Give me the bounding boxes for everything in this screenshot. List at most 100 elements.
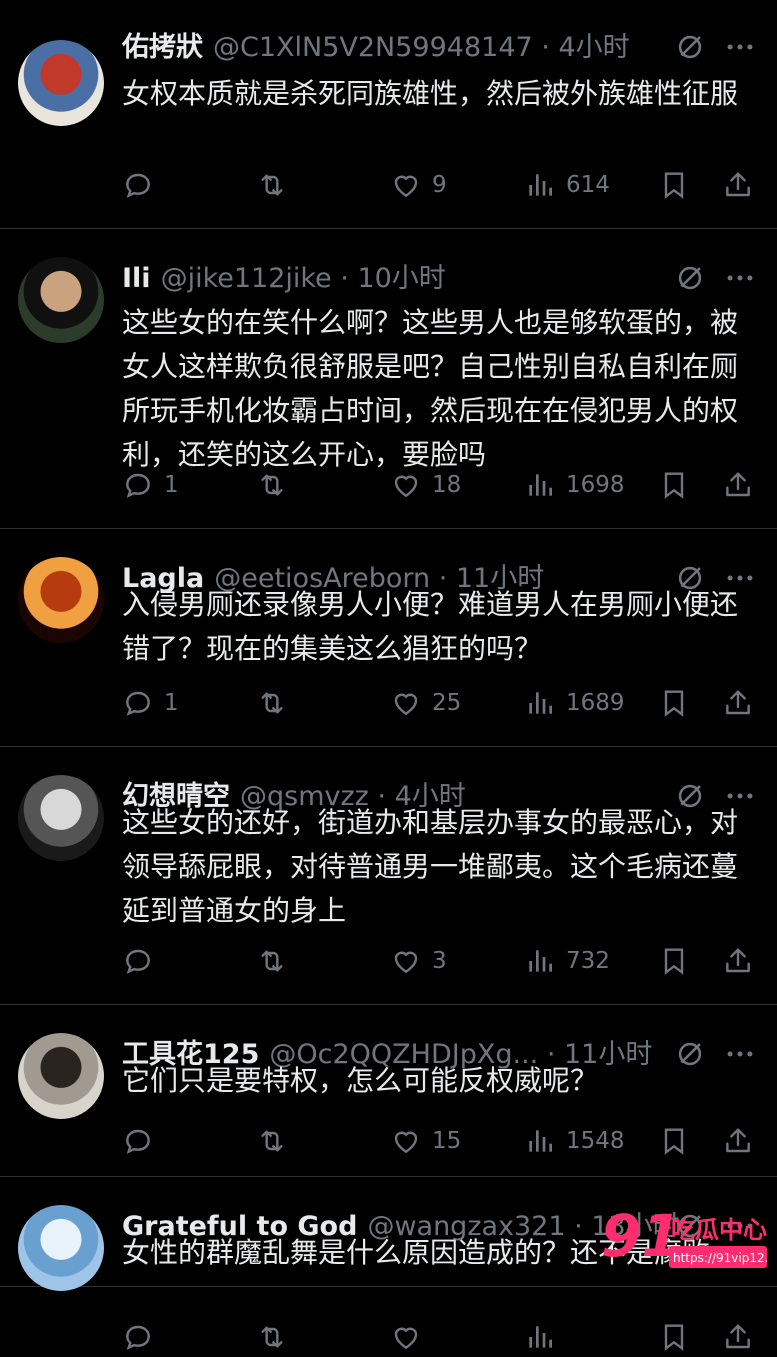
reply-button[interactable]: 1 (122, 465, 179, 505)
like-icon (390, 169, 422, 201)
grok-icon[interactable] (673, 30, 707, 64)
reply-icon (122, 1321, 154, 1353)
post[interactable]: Ili @jike112jike · 10小时 这些女的在笑什么啊？这些男人也是够… (0, 229, 777, 529)
avatar[interactable] (18, 775, 104, 861)
more-icon[interactable] (723, 261, 757, 295)
like-button[interactable]: 9 (390, 165, 447, 205)
like-icon (390, 1125, 422, 1157)
repost-icon (256, 1125, 288, 1157)
reply-button[interactable] (122, 165, 164, 205)
like-count: 15 (432, 1128, 462, 1154)
views-button[interactable]: 1689 (524, 683, 625, 723)
bookmark-button[interactable] (658, 1121, 690, 1161)
post[interactable]: 佑拷狀 @C1XlN5V2N59948147 · 4小时 女权本质就是杀死同族雄性… (0, 0, 777, 229)
views-icon (524, 687, 556, 719)
views-icon (524, 169, 556, 201)
username[interactable]: @jike112jike (161, 263, 332, 294)
post-text: 它们只是要特权，怎么可能反权威呢？ (122, 1064, 599, 1097)
share-button[interactable] (722, 683, 754, 723)
action-bar: 15 1548 (122, 1121, 755, 1161)
repost-button[interactable] (256, 941, 288, 981)
watermark-url: https://91vip12.com (673, 1251, 769, 1265)
post-text: 入侵男厕还录像男人小便？难道男人在男厕小便还错了？现在的集美这么猖狂的吗？ (122, 588, 739, 665)
bookmark-icon (658, 169, 690, 201)
reply-button[interactable]: 1 (122, 683, 179, 723)
bookmark-button[interactable] (658, 683, 690, 723)
share-icon (722, 469, 754, 501)
bookmark-button[interactable] (658, 1317, 690, 1357)
like-button[interactable] (390, 1317, 432, 1357)
username[interactable]: @C1XlN5V2N59948147 (213, 32, 533, 63)
watermark-brand: 吃瓜中心 (671, 1216, 767, 1244)
repost-button[interactable] (256, 1121, 288, 1161)
views-icon (524, 1125, 556, 1157)
action-bar: 3 732 (122, 941, 755, 981)
post[interactable]: 工具花125 @Oc2QQZHDJpXg... · 11小时 它们只是要特权，怎么… (0, 1005, 777, 1177)
like-icon (390, 687, 422, 719)
display-name[interactable]: Ili (122, 263, 151, 294)
reply-icon (122, 1125, 154, 1157)
separator: · (532, 32, 559, 63)
like-icon (390, 1321, 422, 1353)
bookmark-icon (658, 945, 690, 977)
views-button[interactable] (524, 1317, 566, 1357)
repost-icon (256, 687, 288, 719)
views-icon (524, 945, 556, 977)
repost-button[interactable] (256, 1317, 288, 1357)
reply-count: 1 (164, 690, 179, 716)
share-button[interactable] (722, 1317, 754, 1357)
grok-icon[interactable] (673, 261, 707, 295)
repost-button[interactable] (256, 683, 288, 723)
share-icon (722, 169, 754, 201)
repost-button[interactable] (256, 465, 288, 505)
post[interactable]: 幻想晴空 @qsmvzz · 4小时 这些女的还好，街道办和基层办事女的最恶心，对… (0, 747, 777, 1005)
watermark: 91 吃瓜中心 https://91vip12.com (599, 1202, 777, 1274)
timestamp[interactable]: 10小时 (357, 263, 445, 294)
separator: · (331, 263, 358, 294)
views-button[interactable]: 614 (524, 165, 610, 205)
timestamp[interactable]: 4小时 (558, 32, 629, 63)
views-icon (524, 469, 556, 501)
share-icon (722, 945, 754, 977)
repost-button[interactable] (256, 165, 288, 205)
views-count: 1548 (566, 1128, 625, 1154)
like-count: 18 (432, 472, 462, 498)
like-button[interactable]: 3 (390, 941, 447, 981)
share-icon (722, 1125, 754, 1157)
bookmark-button[interactable] (658, 465, 690, 505)
avatar[interactable] (18, 1033, 104, 1119)
more-icon[interactable] (723, 30, 757, 64)
share-button[interactable] (722, 465, 754, 505)
post-header: Ili @jike112jike · 10小时 (122, 259, 757, 299)
views-button[interactable]: 1698 (524, 465, 625, 505)
share-button[interactable] (722, 941, 754, 981)
post[interactable]: Lagla @eetiosAreborn · 11小时 入侵男厕还录像男人小便？难… (0, 529, 777, 747)
like-button[interactable]: 25 (390, 683, 461, 723)
avatar[interactable] (18, 40, 104, 126)
avatar[interactable] (18, 257, 104, 343)
views-button[interactable]: 732 (524, 941, 610, 981)
views-count: 732 (566, 948, 610, 974)
like-button[interactable]: 15 (390, 1121, 461, 1161)
reply-button[interactable] (122, 941, 164, 981)
share-button[interactable] (722, 165, 754, 205)
bookmark-button[interactable] (658, 165, 690, 205)
reply-button[interactable] (122, 1317, 164, 1357)
bookmark-icon (658, 1125, 690, 1157)
action-bar (122, 1317, 755, 1357)
share-icon (722, 687, 754, 719)
reply-button[interactable] (122, 1121, 164, 1161)
views-count: 614 (566, 172, 610, 198)
post-text: 这些女的还好，街道办和基层办事女的最恶心，对领导舔屁眼，对待普通男一堆鄙夷。这个… (122, 806, 739, 927)
avatar[interactable] (18, 557, 104, 643)
like-count: 3 (432, 948, 447, 974)
views-icon (524, 1321, 556, 1353)
share-button[interactable] (722, 1121, 754, 1161)
avatar[interactable] (18, 1205, 104, 1291)
views-button[interactable]: 1548 (524, 1121, 625, 1161)
bookmark-button[interactable] (658, 941, 690, 981)
reply-count: 1 (164, 472, 179, 498)
like-button[interactable]: 18 (390, 465, 461, 505)
bookmark-icon (658, 687, 690, 719)
display-name[interactable]: 佑拷狀 (122, 32, 203, 63)
